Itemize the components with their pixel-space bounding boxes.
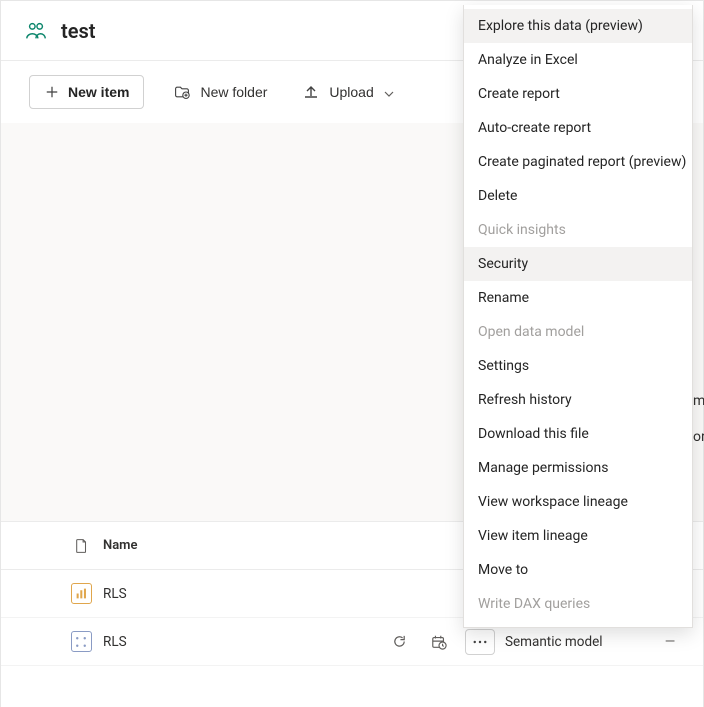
workspace-title: test (61, 19, 95, 43)
upload-button[interactable]: Upload (297, 75, 399, 109)
plus-icon (44, 84, 60, 100)
menu-item[interactable]: Rename (464, 281, 692, 315)
menu-item[interactable]: Download this file (464, 417, 692, 451)
new-item-label: New item (68, 84, 129, 100)
menu-item[interactable]: Settings (464, 349, 692, 383)
upload-icon (303, 84, 319, 100)
menu-item[interactable]: Delete (464, 179, 692, 213)
menu-item: Write DAX queries (464, 587, 692, 621)
type-column-icon[interactable] (73, 538, 89, 554)
menu-item[interactable]: Manage permissions (464, 451, 692, 485)
menu-item[interactable]: Analyze in Excel (464, 43, 692, 77)
menu-item: Quick insights (464, 213, 692, 247)
refresh-button[interactable] (385, 628, 413, 656)
more-options-button[interactable] (465, 629, 495, 655)
semantic-model-icon (71, 631, 92, 652)
item-name[interactable]: RLS (101, 586, 385, 602)
menu-item[interactable]: Create paginated report (preview) (464, 145, 692, 179)
new-item-button[interactable]: New item (29, 75, 144, 109)
menu-item[interactable]: Auto-create report (464, 111, 692, 145)
menu-item[interactable]: View workspace lineage (464, 485, 692, 519)
column-name[interactable]: Name (101, 538, 385, 553)
menu-item: Open data model (464, 315, 692, 349)
item-type: Semantic model (505, 634, 645, 650)
bg-fragment: m (693, 393, 704, 409)
upload-label: Upload (329, 84, 373, 100)
menu-item[interactable]: Create report (464, 77, 692, 111)
item-owner: — (645, 634, 695, 650)
menu-item[interactable]: View item lineage (464, 519, 692, 553)
bg-fragment: or (693, 429, 704, 445)
schedule-refresh-button[interactable] (425, 628, 453, 656)
menu-item[interactable]: Refresh history (464, 383, 692, 417)
item-name[interactable]: RLS (101, 634, 385, 650)
folder-plus-icon (174, 84, 190, 100)
menu-item[interactable]: Security (464, 247, 692, 281)
context-menu: Explore this data (preview)Analyze in Ex… (463, 5, 693, 628)
page-root: test New item New folder (0, 0, 704, 707)
workspace-icon (25, 20, 47, 42)
report-icon (71, 583, 92, 604)
chevron-down-icon (384, 84, 394, 100)
new-folder-button[interactable]: New folder (168, 75, 273, 109)
new-folder-label: New folder (200, 84, 267, 100)
menu-item[interactable]: Explore this data (preview) (464, 9, 692, 43)
menu-item[interactable]: Move to (464, 553, 692, 587)
